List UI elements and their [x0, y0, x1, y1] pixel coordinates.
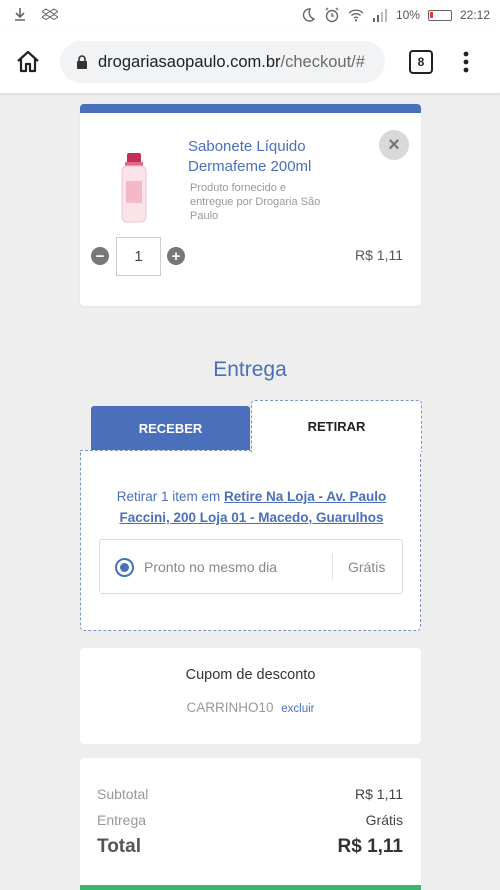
- product-price: R$ 1,11: [355, 247, 403, 263]
- signal-icon: [372, 9, 387, 22]
- shipping-value: Grátis: [365, 812, 403, 828]
- address-bar[interactable]: drogariasaopaulo.com.br/checkout/#: [60, 41, 385, 83]
- coupon-code: CARRINHO10: [186, 700, 274, 715]
- plus-icon: +: [171, 247, 181, 265]
- url-path: /checkout/#: [280, 52, 365, 71]
- subtotal-value: R$ 1,11: [355, 786, 403, 802]
- subtotal-row: Subtotal R$ 1,11: [97, 786, 403, 802]
- total-row: Total R$ 1,11: [97, 836, 403, 858]
- pickup-option-price: Grátis: [348, 559, 386, 575]
- checkout-button-edge[interactable]: [80, 885, 421, 890]
- shipping-label: Entrega: [97, 812, 147, 828]
- shipping-row: Entrega Grátis: [97, 812, 403, 828]
- tab-receive[interactable]: RECEBER: [91, 406, 250, 451]
- download-icon: [15, 8, 25, 21]
- status-bar: 10% 22:12: [0, 0, 500, 30]
- battery-percentage: 10%: [395, 8, 420, 22]
- coupon-title: Cupom de desconto: [185, 667, 316, 683]
- pickup-description: Retirar 1 item em Retire Na Loja - Av. P…: [91, 486, 412, 528]
- clock: 22:12: [459, 8, 490, 22]
- minus-icon: −: [95, 247, 105, 265]
- product-seller: Produto fornecido e entregue por Drogari…: [190, 182, 321, 222]
- radio-selected[interactable]: [115, 558, 134, 577]
- pickup-prefix: Retirar 1 item em: [116, 489, 221, 504]
- tab-pickup[interactable]: RETIRAR: [251, 400, 422, 452]
- coupon-row: CARRINHO10 excluir: [80, 700, 421, 715]
- browser-toolbar: drogariasaopaulo.com.br/checkout/# 8: [0, 30, 500, 94]
- coupon-card: Cupom de desconto CARRINHO10 excluir: [80, 648, 421, 744]
- url-text: drogariasaopaulo.com.br/checkout/#: [98, 53, 365, 72]
- pickup-option-label: Pronto no mesmo dia: [144, 559, 278, 575]
- more-vert-icon[interactable]: [458, 48, 474, 76]
- total-label: Total: [97, 836, 141, 857]
- alarm-icon: [325, 7, 339, 23]
- url-domain: drogariasaopaulo.com.br: [98, 52, 281, 71]
- close-icon: ×: [388, 133, 400, 156]
- divider: [332, 554, 333, 580]
- tab-switcher-button[interactable]: 8: [409, 50, 433, 74]
- home-icon[interactable]: [14, 48, 42, 76]
- dropbox-icon: [42, 8, 58, 21]
- delivery-section-title: Entrega: [213, 358, 287, 381]
- quantity-increase-button[interactable]: +: [167, 247, 185, 265]
- product-name[interactable]: Sabonete Líquido Dermafeme 200ml: [188, 137, 348, 177]
- quantity-input[interactable]: 1: [116, 237, 161, 276]
- tab-count: 8: [417, 55, 425, 69]
- cart-item-card: Sabonete Líquido Dermafeme 200ml Produto…: [80, 104, 421, 306]
- subtotal-label: Subtotal: [97, 786, 149, 802]
- pickup-option[interactable]: Pronto no mesmo dia Grátis: [99, 539, 403, 594]
- battery-icon: [427, 9, 452, 21]
- quantity-decrease-button[interactable]: −: [91, 247, 109, 265]
- remove-coupon-link[interactable]: excluir: [281, 703, 314, 715]
- remove-item-button[interactable]: ×: [379, 130, 409, 160]
- moon-icon: [302, 8, 316, 22]
- product-image[interactable]: [114, 153, 154, 223]
- pickup-panel: Retirar 1 item em Retire Na Loja - Av. P…: [80, 450, 421, 631]
- total-value: R$ 1,11: [337, 836, 404, 857]
- lock-icon: [77, 55, 87, 69]
- wifi-icon: [348, 9, 364, 22]
- order-summary: Subtotal R$ 1,11 Entrega Grátis Total R$…: [80, 758, 421, 890]
